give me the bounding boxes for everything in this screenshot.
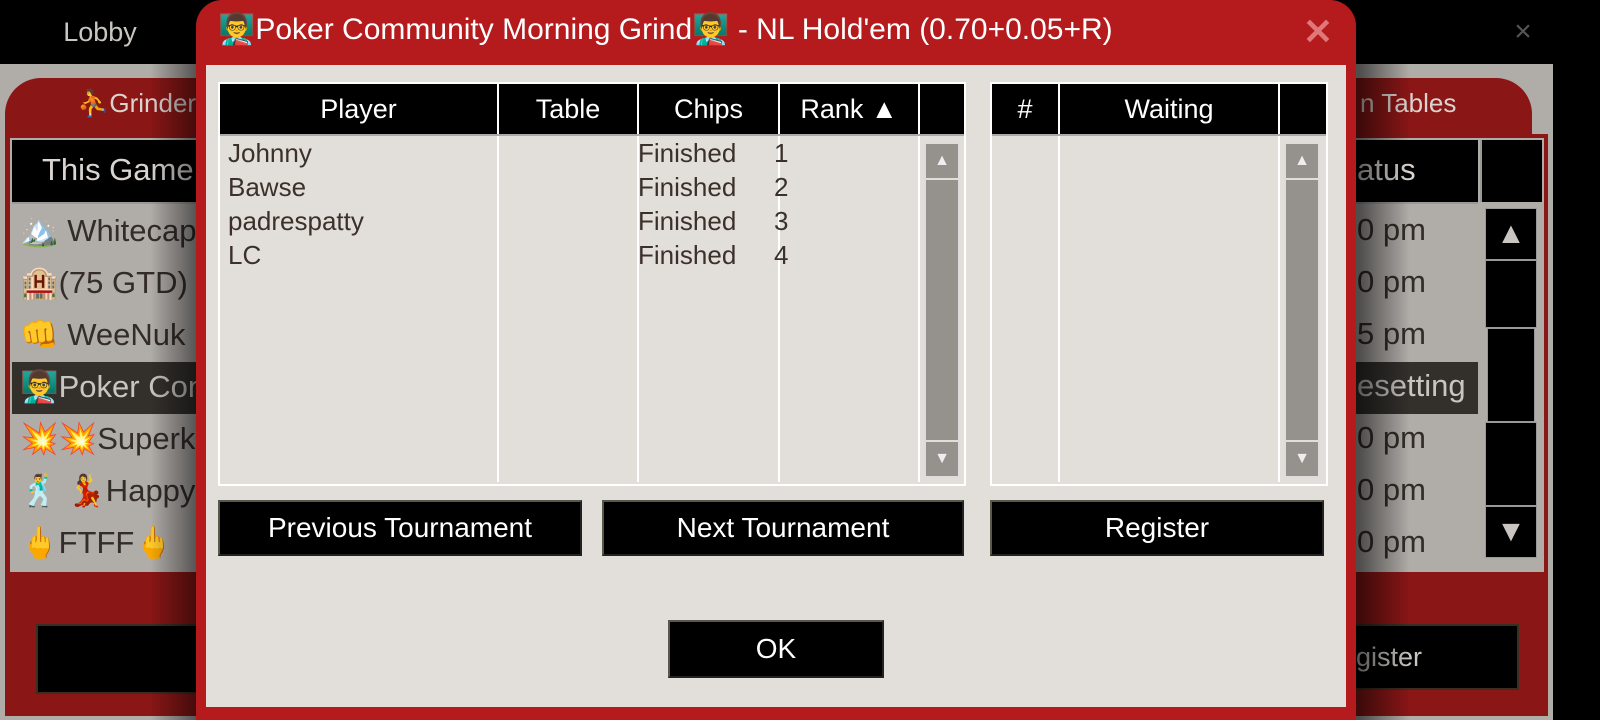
scroll-track-lower[interactable]	[1485, 422, 1537, 506]
column-header-rank[interactable]: Rank ▲	[780, 84, 920, 134]
cell-rank: 4	[774, 240, 789, 270]
table-row[interactable]: LC Finished 4	[220, 240, 918, 274]
waiting-scrollbar[interactable]: ▲ ▼	[1284, 142, 1320, 478]
cell-player: LC	[228, 240, 262, 270]
scroll-up-button[interactable]: ▲	[926, 144, 958, 180]
waiting-table: # Waiting ▲ ▼	[990, 82, 1328, 486]
cell-player: Johnny	[228, 138, 312, 168]
games-header-corner	[1480, 140, 1542, 202]
next-tournament-button[interactable]: Next Tournament	[602, 500, 964, 556]
close-icon[interactable]: ×	[1505, 14, 1541, 50]
players-table-header: Player Table Chips Rank ▲	[220, 84, 964, 136]
cell-player: Bawse	[228, 172, 307, 202]
players-table: Player Table Chips Rank ▲ Johnny Finished…	[218, 82, 966, 486]
cell-chips: Finished	[638, 206, 737, 236]
column-header-spacer	[920, 84, 964, 134]
cell-chips: Finished	[638, 138, 737, 168]
scroll-down-button[interactable]: ▼	[926, 440, 958, 476]
column-header-waiting[interactable]: Waiting	[1060, 84, 1280, 134]
cell-chips: Finished	[638, 240, 737, 270]
ok-button[interactable]: OK	[668, 620, 884, 678]
cell-player: padrespatty	[228, 206, 364, 236]
players-scrollbar[interactable]: ▲ ▼	[924, 142, 960, 478]
close-icon[interactable]: ✕	[1300, 11, 1336, 52]
column-divider	[1278, 136, 1280, 482]
table-row[interactable]: Johnny Finished 1	[220, 138, 918, 172]
column-header-table[interactable]: Table	[499, 84, 639, 134]
dialog-title: 👨‍🏫Poker Community Morning Grind👨‍🏫 - NL…	[218, 13, 1113, 46]
column-header-number[interactable]: #	[992, 84, 1060, 134]
column-divider	[918, 136, 920, 482]
cell-rank: 2	[774, 172, 789, 202]
register-button[interactable]: Register	[990, 500, 1324, 556]
games-scrollbar[interactable]: ▲ ▼	[1485, 208, 1537, 564]
table-row[interactable]: Bawse Finished 2	[220, 172, 918, 206]
scroll-up-button[interactable]: ▲	[1286, 144, 1318, 180]
column-divider	[1058, 136, 1060, 482]
dialog-body: Player Table Chips Rank ▲ Johnny Finished…	[206, 65, 1346, 707]
cell-chips: Finished	[638, 172, 737, 202]
scroll-track-upper[interactable]	[1485, 260, 1537, 328]
cell-rank: 3	[774, 206, 789, 236]
scroll-up-button[interactable]: ▲	[1485, 208, 1537, 260]
column-header-player[interactable]: Player	[220, 84, 499, 134]
cell-rank: 1	[774, 138, 789, 168]
scroll-down-button[interactable]: ▼	[1485, 506, 1537, 558]
scroll-down-button[interactable]: ▼	[1286, 440, 1318, 476]
tournament-dialog: 👨‍🏫Poker Community Morning Grind👨‍🏫 - NL…	[196, 0, 1356, 720]
scroll-thumb[interactable]	[1487, 328, 1535, 422]
column-header-chips[interactable]: Chips	[639, 84, 780, 134]
previous-tournament-button[interactable]: Previous Tournament	[218, 500, 582, 556]
waiting-table-header: # Waiting	[992, 84, 1326, 136]
table-row[interactable]: padrespatty Finished 3	[220, 206, 918, 240]
column-header-spacer	[1280, 84, 1326, 134]
